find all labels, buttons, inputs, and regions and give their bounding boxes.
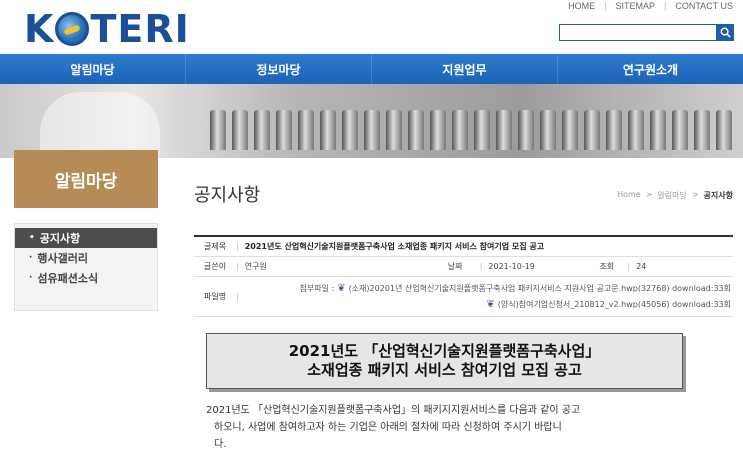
post-title-row: 글제목 | 2021년도 산업혁신기술지원플랫폼구축사업 소재업종 패키지 서비…: [194, 237, 733, 257]
post-files-row: 파일명 | 첨부파일 : ❦ (소재)20201년 산업혁신기술지원플랫폼구축사…: [194, 277, 733, 317]
flask-graphic: [40, 92, 160, 158]
nav-item-about[interactable]: 연구원소개: [558, 54, 743, 84]
divider: |: [236, 292, 239, 301]
attachment-link[interactable]: (소재)20201년 산업혁신기술지원플랫폼구축사업 패키지서비스 지원사업 공…: [349, 283, 731, 294]
post-meta-row: 글쓴이 | 연구원 날짜 | 2021-10-19 조회 | 24: [194, 257, 733, 277]
nav-item-notice[interactable]: 알림마당: [0, 54, 186, 84]
bullet-icon: •: [29, 233, 35, 243]
breadcrumb-notice-board[interactable]: 알림마당: [657, 190, 686, 201]
page-title: 공지사항: [194, 185, 261, 206]
title-label: 글제목: [204, 242, 227, 251]
main-nav: 알림마당 정보마당 지원업무 연구원소개: [0, 54, 743, 84]
body-line-1: 2021년도 「산업혁신기술지원플랫폼구축사업」의 패키지지원서비스를 다음과 …: [206, 405, 581, 416]
breadcrumb-home[interactable]: Home: [617, 190, 641, 201]
views-label: 조회: [599, 262, 615, 271]
attachment-item[interactable]: 첨부파일 : ❦ (소재)20201년 산업혁신기술지원플랫폼구축사업 패키지서…: [300, 283, 732, 294]
divider: |: [236, 262, 239, 271]
nav-item-info[interactable]: 정보마당: [186, 54, 372, 84]
contact-link[interactable]: CONTACT US: [675, 1, 733, 11]
search-button[interactable]: [717, 24, 734, 41]
lab-banner-image: [0, 84, 743, 158]
post-body: 2021년도 「산업혁신기술지원플랫폼구축사업」의 패키지지원서비스를 다음과 …: [206, 402, 676, 453]
body-line-2: 하오니, 사업에 참여하고자 하는 기업은 아래의 절차에 따라 신청하여 주시…: [214, 422, 562, 433]
notice-heading-line-1: 2021년도 「산업혁신기술지원플랫폼구축사업」: [288, 342, 601, 360]
breadcrumb: Home > 알림마당 > 공지사항: [617, 190, 733, 201]
hwp-file-icon: ❦: [486, 299, 495, 310]
views-value: 24: [636, 262, 647, 271]
notice-heading-box: 2021년도 「산업혁신기술지원플랫폼구축사업」 소재업종 패키지 서비스 참여…: [206, 333, 683, 389]
top-links: HOME | SITEMAP | CONTACT US: [568, 1, 733, 11]
attachment-item[interactable]: ❦ (양식)참여기업신청서_210812_v2.hwp(45056) downl…: [486, 299, 731, 310]
breadcrumb-current: 공지사항: [703, 191, 733, 200]
vial-rack-graphic: [210, 110, 743, 150]
sidebar-item-label: 섬유패션소식: [37, 272, 99, 285]
date-label: 날짜: [447, 262, 463, 271]
divider: |: [604, 1, 607, 11]
attachment-link[interactable]: (양식)참여기업신청서_210812_v2.hwp(45056) downloa…: [498, 299, 731, 310]
sidebar-item-gallery[interactable]: · 행사갤러리: [15, 248, 157, 268]
sitemap-link[interactable]: SITEMAP: [615, 1, 655, 11]
post-title: 2021년도 산업혁신기술지원플랫폼구축사업 소재업종 패키지 서비스 참여기업…: [244, 242, 545, 251]
logo-letters: TERI: [90, 7, 190, 51]
bullet-icon: ·: [29, 253, 33, 263]
author-value: 연구원: [244, 262, 267, 271]
hwp-file-icon: ❦: [337, 283, 346, 294]
sidebar-item-label: 행사갤러리: [37, 252, 89, 265]
divider: |: [479, 262, 483, 271]
sidebar-item-notice[interactable]: • 공지사항: [15, 228, 157, 248]
divider: |: [236, 242, 239, 251]
sidebar-menu: • 공지사항 · 행사갤러리 · 섬유패션소식: [14, 223, 158, 311]
post-info-table: 글제목 | 2021년도 산업혁신기술지원플랫폼구축사업 소재업종 패키지 서비…: [194, 235, 733, 317]
divider: |: [663, 1, 667, 11]
search-bar: [559, 24, 734, 41]
body-line-3: 다.: [214, 439, 227, 450]
author-label: 글쓴이: [204, 262, 227, 271]
koteri-logo[interactable]: K TERI: [24, 8, 190, 50]
notice-heading-line-2: 소재업종 패키지 서비스 참여기업 모집 공고: [307, 361, 582, 379]
globe-icon: [55, 12, 90, 46]
logo-letter-k: K: [24, 7, 55, 51]
site-header: K TERI HOME | SITEMAP | CONTACT US: [0, 0, 743, 54]
sidebar-title: 알림마당: [14, 150, 158, 208]
search-icon: [720, 27, 731, 38]
search-input[interactable]: [559, 24, 717, 41]
sidebar-item-fashion-news[interactable]: · 섬유패션소식: [15, 268, 157, 288]
divider: |: [627, 262, 631, 271]
date-value: 2021-10-19: [488, 262, 535, 271]
attachment-prefix: 첨부파일 :: [299, 284, 335, 293]
bullet-icon: ·: [29, 273, 33, 283]
sidebar-item-label: 공지사항: [39, 232, 81, 245]
attachment-list: 첨부파일 : ❦ (소재)20201년 산업혁신기술지원플랫폼구축사업 패키지서…: [245, 283, 733, 310]
breadcrumb-sep: >: [645, 190, 653, 199]
files-label: 파일명: [204, 292, 227, 301]
home-link[interactable]: HOME: [568, 1, 595, 11]
nav-item-support[interactable]: 지원업무: [372, 54, 558, 84]
breadcrumb-sep: >: [691, 190, 699, 199]
